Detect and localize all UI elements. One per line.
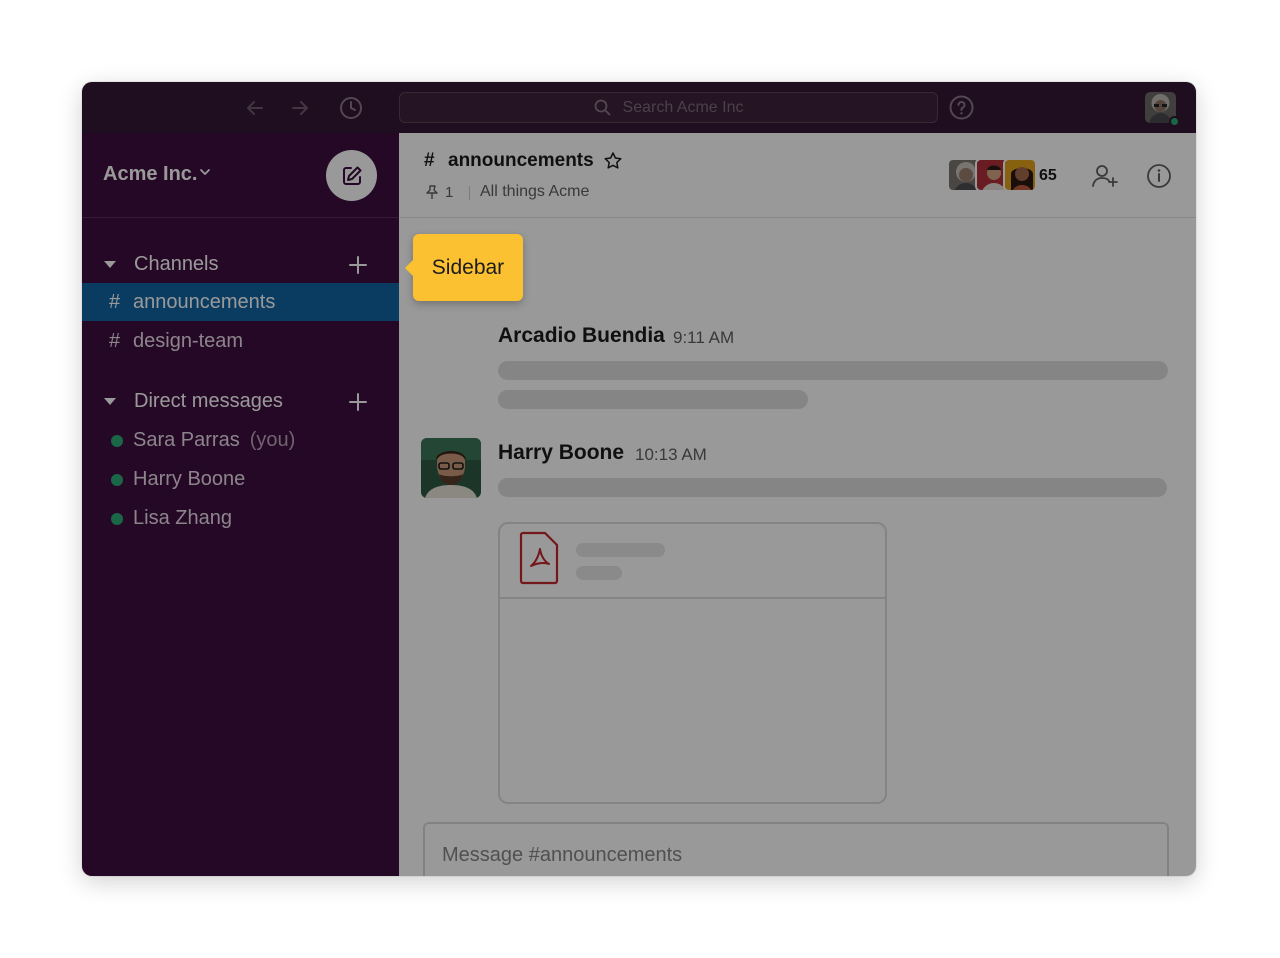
onboarding-tooltip[interactable]: Sidebar: [405, 234, 523, 301]
app-window: Search Acme Inc Acme Inc. Channels # ann…: [82, 82, 1196, 876]
onboarding-overlay: [82, 82, 1196, 876]
tooltip-label: Sidebar: [431, 255, 505, 279]
